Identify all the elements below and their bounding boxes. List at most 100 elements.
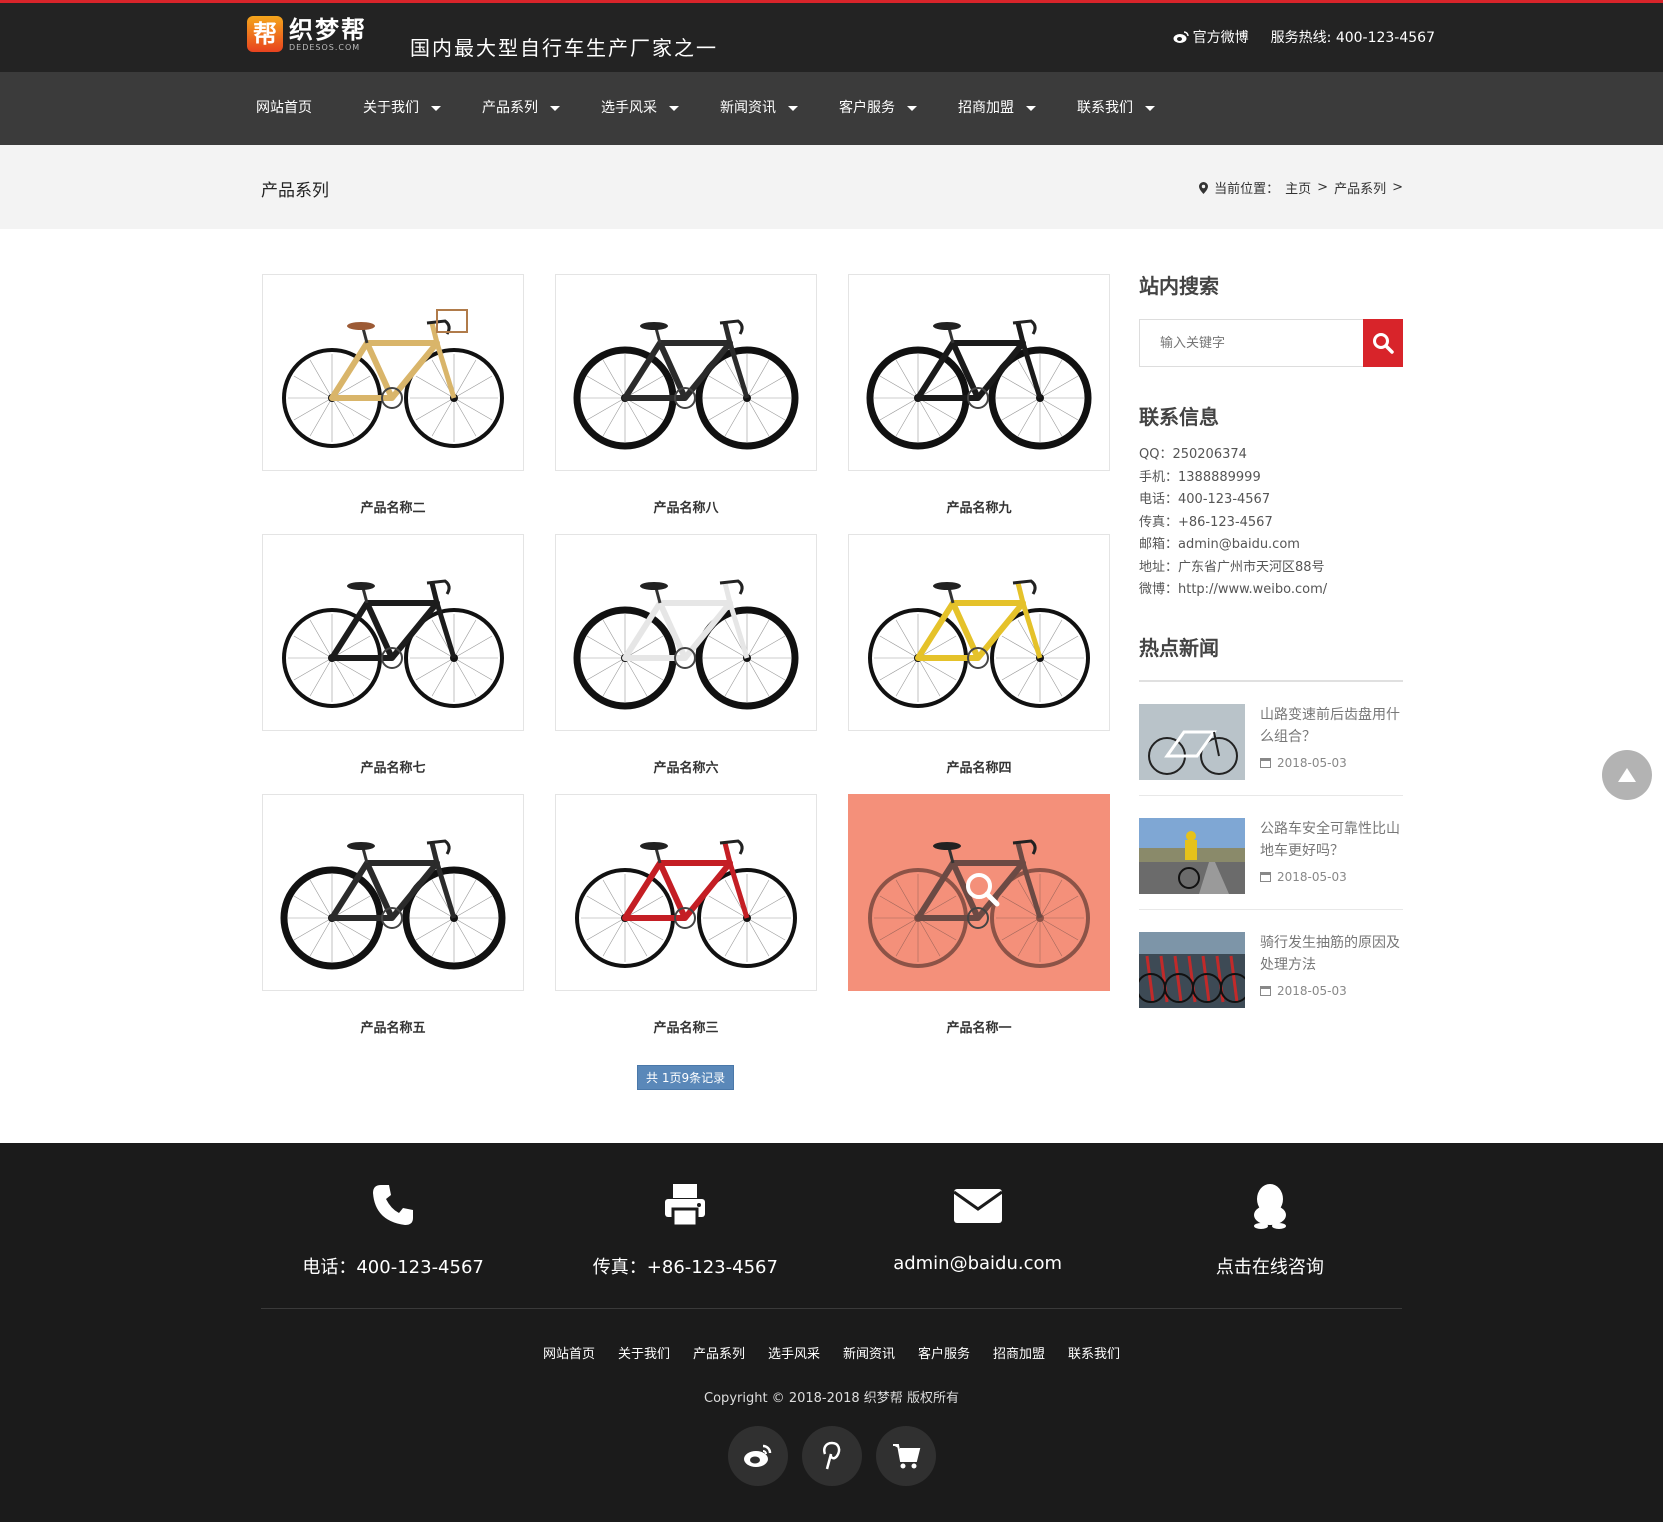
top-bar: 帮 织梦帮 DEDESOS.COM 国内最大型自行车生产厂家之一 官方微博 服务… bbox=[0, 0, 1663, 72]
search-icon bbox=[1373, 333, 1394, 354]
footer-contact-item[interactable]: 电话：400-123-4567 bbox=[247, 1181, 539, 1279]
footer-link[interactable]: 选手风采 bbox=[768, 1343, 820, 1362]
caret-down-icon bbox=[907, 106, 917, 111]
nav-item[interactable]: 客户服务 bbox=[830, 72, 917, 145]
search-input[interactable] bbox=[1139, 319, 1363, 367]
nav-item-label: 招商加盟 bbox=[958, 100, 1014, 116]
contact-line: 地址：广东省广州市天河区88号 bbox=[1139, 559, 1325, 575]
product-image[interactable] bbox=[262, 274, 524, 471]
product-name[interactable]: 产品名称五 bbox=[262, 1017, 524, 1036]
footer-contact-item[interactable]: 传真：+86-123-4567 bbox=[539, 1181, 831, 1279]
calendar-icon bbox=[1260, 758, 1271, 768]
product-card[interactable]: 产品名称九 bbox=[848, 274, 1110, 516]
weibo-link[interactable]: 官方微博 bbox=[1173, 27, 1249, 47]
footer-contact-item[interactable]: admin@baidu.com bbox=[832, 1181, 1124, 1279]
news-item[interactable]: 公路车安全可靠性比山地车更好吗？ 2018-05-03 bbox=[1139, 796, 1403, 910]
nav-item[interactable]: 关于我们 bbox=[354, 72, 441, 145]
news-image bbox=[1139, 817, 1245, 894]
product-image[interactable] bbox=[848, 534, 1110, 731]
product-card[interactable]: 产品名称五 bbox=[262, 794, 524, 1036]
hotline-label: 服务热线: bbox=[1270, 30, 1332, 46]
weibo-button[interactable] bbox=[727, 1426, 788, 1486]
nav-item-label: 联系我们 bbox=[1077, 100, 1133, 116]
nav-item[interactable]: 招商加盟 bbox=[949, 72, 1036, 145]
product-image[interactable] bbox=[848, 274, 1110, 471]
product-image[interactable] bbox=[262, 534, 524, 731]
product-card[interactable]: 产品名称七 bbox=[262, 534, 524, 776]
qq-icon bbox=[1124, 1181, 1416, 1233]
hotline-number: 400-123-4567 bbox=[1335, 30, 1435, 46]
footer-link[interactable]: 网站首页 bbox=[543, 1343, 595, 1362]
product-image[interactable] bbox=[555, 794, 817, 991]
news-thumbnail[interactable] bbox=[1139, 931, 1245, 1008]
pinterest-icon bbox=[822, 1441, 840, 1470]
news-title[interactable]: 骑行发生抽筋的原因及处理方法 bbox=[1260, 932, 1403, 976]
product-name[interactable]: 产品名称八 bbox=[555, 497, 817, 516]
product-image[interactable] bbox=[848, 794, 1110, 991]
copyright: Copyright © 2018-2018 织梦帮 版权所有 bbox=[704, 1391, 959, 1406]
product-card[interactable]: 产品名称四 bbox=[848, 534, 1110, 776]
bicycle-image bbox=[282, 308, 504, 448]
site-logo[interactable]: 帮 织梦帮 DEDESOS.COM bbox=[247, 16, 367, 52]
product-card[interactable]: 产品名称三 bbox=[555, 794, 817, 1036]
product-name[interactable]: 产品名称二 bbox=[262, 497, 524, 516]
contact-line: QQ：250206374 bbox=[1139, 447, 1247, 462]
nav-item[interactable]: 选手风采 bbox=[592, 72, 679, 145]
breadcrumb-separator: > bbox=[1317, 180, 1329, 195]
printer-icon bbox=[539, 1181, 831, 1233]
product-name[interactable]: 产品名称六 bbox=[555, 757, 817, 776]
product-name[interactable]: 产品名称三 bbox=[555, 1017, 817, 1036]
main-nav: 网站首页 关于我们 产品系列 选手风采 新闻资讯 客户服务 招商加盟 联系我们 bbox=[0, 72, 1663, 145]
product-image[interactable] bbox=[262, 794, 524, 991]
bicycle-image bbox=[573, 578, 799, 709]
caret-down-icon bbox=[669, 106, 679, 111]
news-date: 2018-05-03 bbox=[1277, 869, 1347, 884]
product-image[interactable] bbox=[555, 534, 817, 731]
footer-link[interactable]: 新闻资讯 bbox=[843, 1343, 895, 1362]
footer-link[interactable]: 客户服务 bbox=[918, 1343, 970, 1362]
nav-item[interactable]: 新闻资讯 bbox=[711, 72, 798, 145]
breadcrumb-home[interactable]: 主页 bbox=[1285, 178, 1311, 197]
bicycle-image bbox=[280, 838, 506, 969]
news-title[interactable]: 公路车安全可靠性比山地车更好吗？ bbox=[1260, 818, 1403, 862]
product-card[interactable]: 产品名称一 bbox=[848, 794, 1110, 1036]
caret-down-icon bbox=[431, 106, 441, 111]
nav-item[interactable]: 联系我们 bbox=[1068, 72, 1155, 145]
nav-list: 网站首页 关于我们 产品系列 选手风采 新闻资讯 客户服务 招商加盟 联系我们 bbox=[247, 72, 1187, 145]
bicycle-image bbox=[868, 838, 1090, 968]
product-name[interactable]: 产品名称一 bbox=[848, 1017, 1110, 1036]
news-thumbnail[interactable] bbox=[1139, 703, 1245, 780]
bicycle-image bbox=[573, 318, 799, 449]
footer-divider bbox=[261, 1308, 1402, 1309]
hotline: 服务热线: 400-123-4567 bbox=[1271, 27, 1435, 47]
footer-contact-item[interactable]: 点击在线咨询 bbox=[1124, 1181, 1416, 1279]
nav-item[interactable]: 产品系列 bbox=[473, 72, 560, 145]
cart-button[interactable] bbox=[875, 1426, 936, 1486]
search-title: 站内搜索 bbox=[1139, 274, 1219, 298]
footer-link[interactable]: 联系我们 bbox=[1068, 1343, 1120, 1362]
breadcrumb-current[interactable]: 产品系列 bbox=[1334, 178, 1386, 197]
page-title: 产品系列 bbox=[261, 181, 329, 201]
product-name[interactable]: 产品名称七 bbox=[262, 757, 524, 776]
product-name[interactable]: 产品名称九 bbox=[848, 497, 1110, 516]
news-thumbnail[interactable] bbox=[1139, 817, 1245, 894]
news-item[interactable]: 山路变速前后齿盘用什么组合？ 2018-05-03 bbox=[1139, 682, 1403, 796]
search-button[interactable] bbox=[1363, 319, 1403, 367]
breadcrumb-separator: > bbox=[1392, 180, 1403, 195]
product-image[interactable] bbox=[555, 274, 817, 471]
site-footer: 电话：400-123-4567 传真：+86-123-4567 admin@ba… bbox=[0, 1143, 1663, 1522]
nav-item[interactable]: 网站首页 bbox=[247, 72, 312, 145]
back-to-top-button[interactable] bbox=[1602, 750, 1652, 800]
product-name[interactable]: 产品名称四 bbox=[848, 757, 1110, 776]
footer-link[interactable]: 关于我们 bbox=[618, 1343, 670, 1362]
footer-link[interactable]: 产品系列 bbox=[693, 1343, 745, 1362]
news-title[interactable]: 山路变速前后齿盘用什么组合？ bbox=[1260, 704, 1403, 748]
product-card[interactable]: 产品名称二 bbox=[262, 274, 524, 516]
footer-link[interactable]: 招商加盟 bbox=[993, 1343, 1045, 1362]
caret-down-icon bbox=[550, 106, 560, 111]
product-card[interactable]: 产品名称六 bbox=[555, 534, 817, 776]
phone-icon bbox=[247, 1181, 539, 1233]
product-card[interactable]: 产品名称八 bbox=[555, 274, 817, 516]
pinterest-button[interactable] bbox=[801, 1426, 862, 1486]
news-item[interactable]: 骑行发生抽筋的原因及处理方法 2018-05-03 bbox=[1139, 910, 1403, 1023]
